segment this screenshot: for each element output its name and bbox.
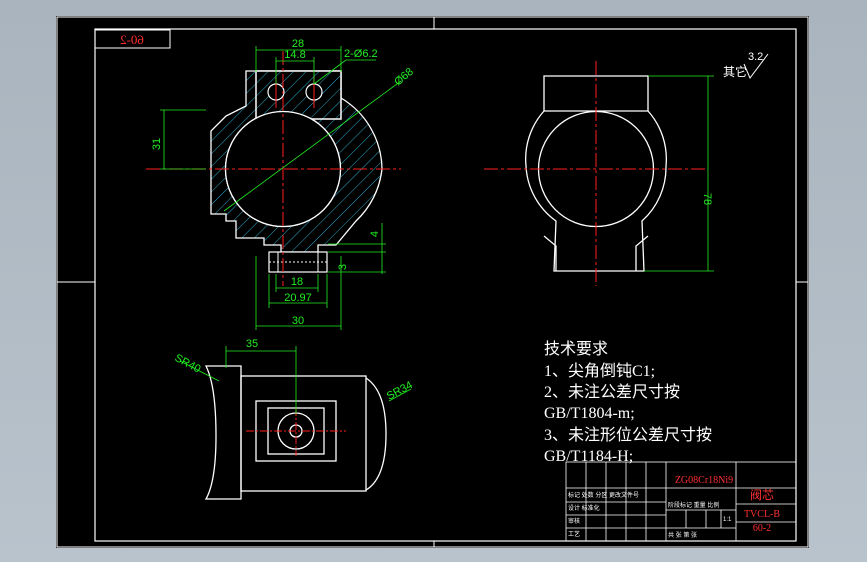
dim-sr40: SR40 (173, 352, 203, 376)
tech-line: 3、未注形位公差尺寸按 (544, 426, 712, 444)
side-chamfer (635, 235, 649, 271)
tb-label: 共 张 第 张 (668, 531, 697, 539)
roughness-value: 3.2 (748, 51, 763, 63)
tb-label: 阶段标记 重量 比例 (668, 501, 719, 509)
dim-14-8: 14.8 (284, 49, 305, 61)
tech-title: 技术要求 (544, 340, 608, 358)
tech-line: GB/T1804-m; (544, 405, 635, 422)
dim-20-97: 20.97 (284, 292, 312, 304)
tb-material: ZG08Cr18Ni9 (675, 475, 733, 486)
cad-viewport[interactable]: 60-2 28 14.8 2-Ø6.2 Ø68 31 4 3 18 20.97 … (56, 16, 809, 548)
dim-holes: 2-Ø6.2 (344, 48, 378, 60)
sheet-code-mirrored: 60-2 (120, 32, 144, 47)
roughness-other-label: 其它 (723, 64, 747, 79)
dim-3: 3 (337, 264, 349, 270)
top-right-cap (365, 377, 387, 491)
dim-78: 78 (701, 193, 713, 205)
tb-label: 审核 (568, 517, 580, 525)
dim-30: 30 (292, 315, 304, 327)
tb-part-name: 阀芯 (750, 488, 774, 502)
front-section-view (146, 51, 401, 286)
dim-18: 18 (291, 276, 303, 288)
tech-line: 1、尖角倒钝C1; (544, 362, 655, 380)
inner-frame (94, 28, 797, 542)
side-dimensions (644, 75, 714, 272)
dim-31: 31 (151, 138, 163, 150)
tb-sheet-no: 60-2 (753, 523, 771, 534)
dim-35: 35 (246, 338, 258, 350)
tb-scale: 1:1 (723, 517, 732, 523)
dim-4: 4 (369, 231, 381, 237)
tb-drawing-no: TVCL-B (744, 509, 780, 520)
top-body (240, 375, 367, 492)
outer-border (56, 16, 809, 548)
tech-line: 2、未注公差尺寸按 (544, 383, 680, 401)
tech-line: GB/T1184-H; (544, 448, 633, 465)
tb-label: 工艺 (568, 530, 580, 538)
tech-requirements: 技术要求 1、尖角倒钝C1; 2、未注公差尺寸按 GB/T1804-m; 3、未… (544, 340, 712, 465)
top-left-cap (204, 365, 242, 500)
tb-label: 设计 标准化 (568, 504, 600, 512)
drawing-canvas: 60-2 28 14.8 2-Ø6.2 Ø68 31 4 3 18 20.97 … (56, 16, 809, 548)
tb-label: 标记 处数 分区 更改文件号 (568, 491, 639, 499)
dim-sr34: SR34 (385, 379, 415, 403)
